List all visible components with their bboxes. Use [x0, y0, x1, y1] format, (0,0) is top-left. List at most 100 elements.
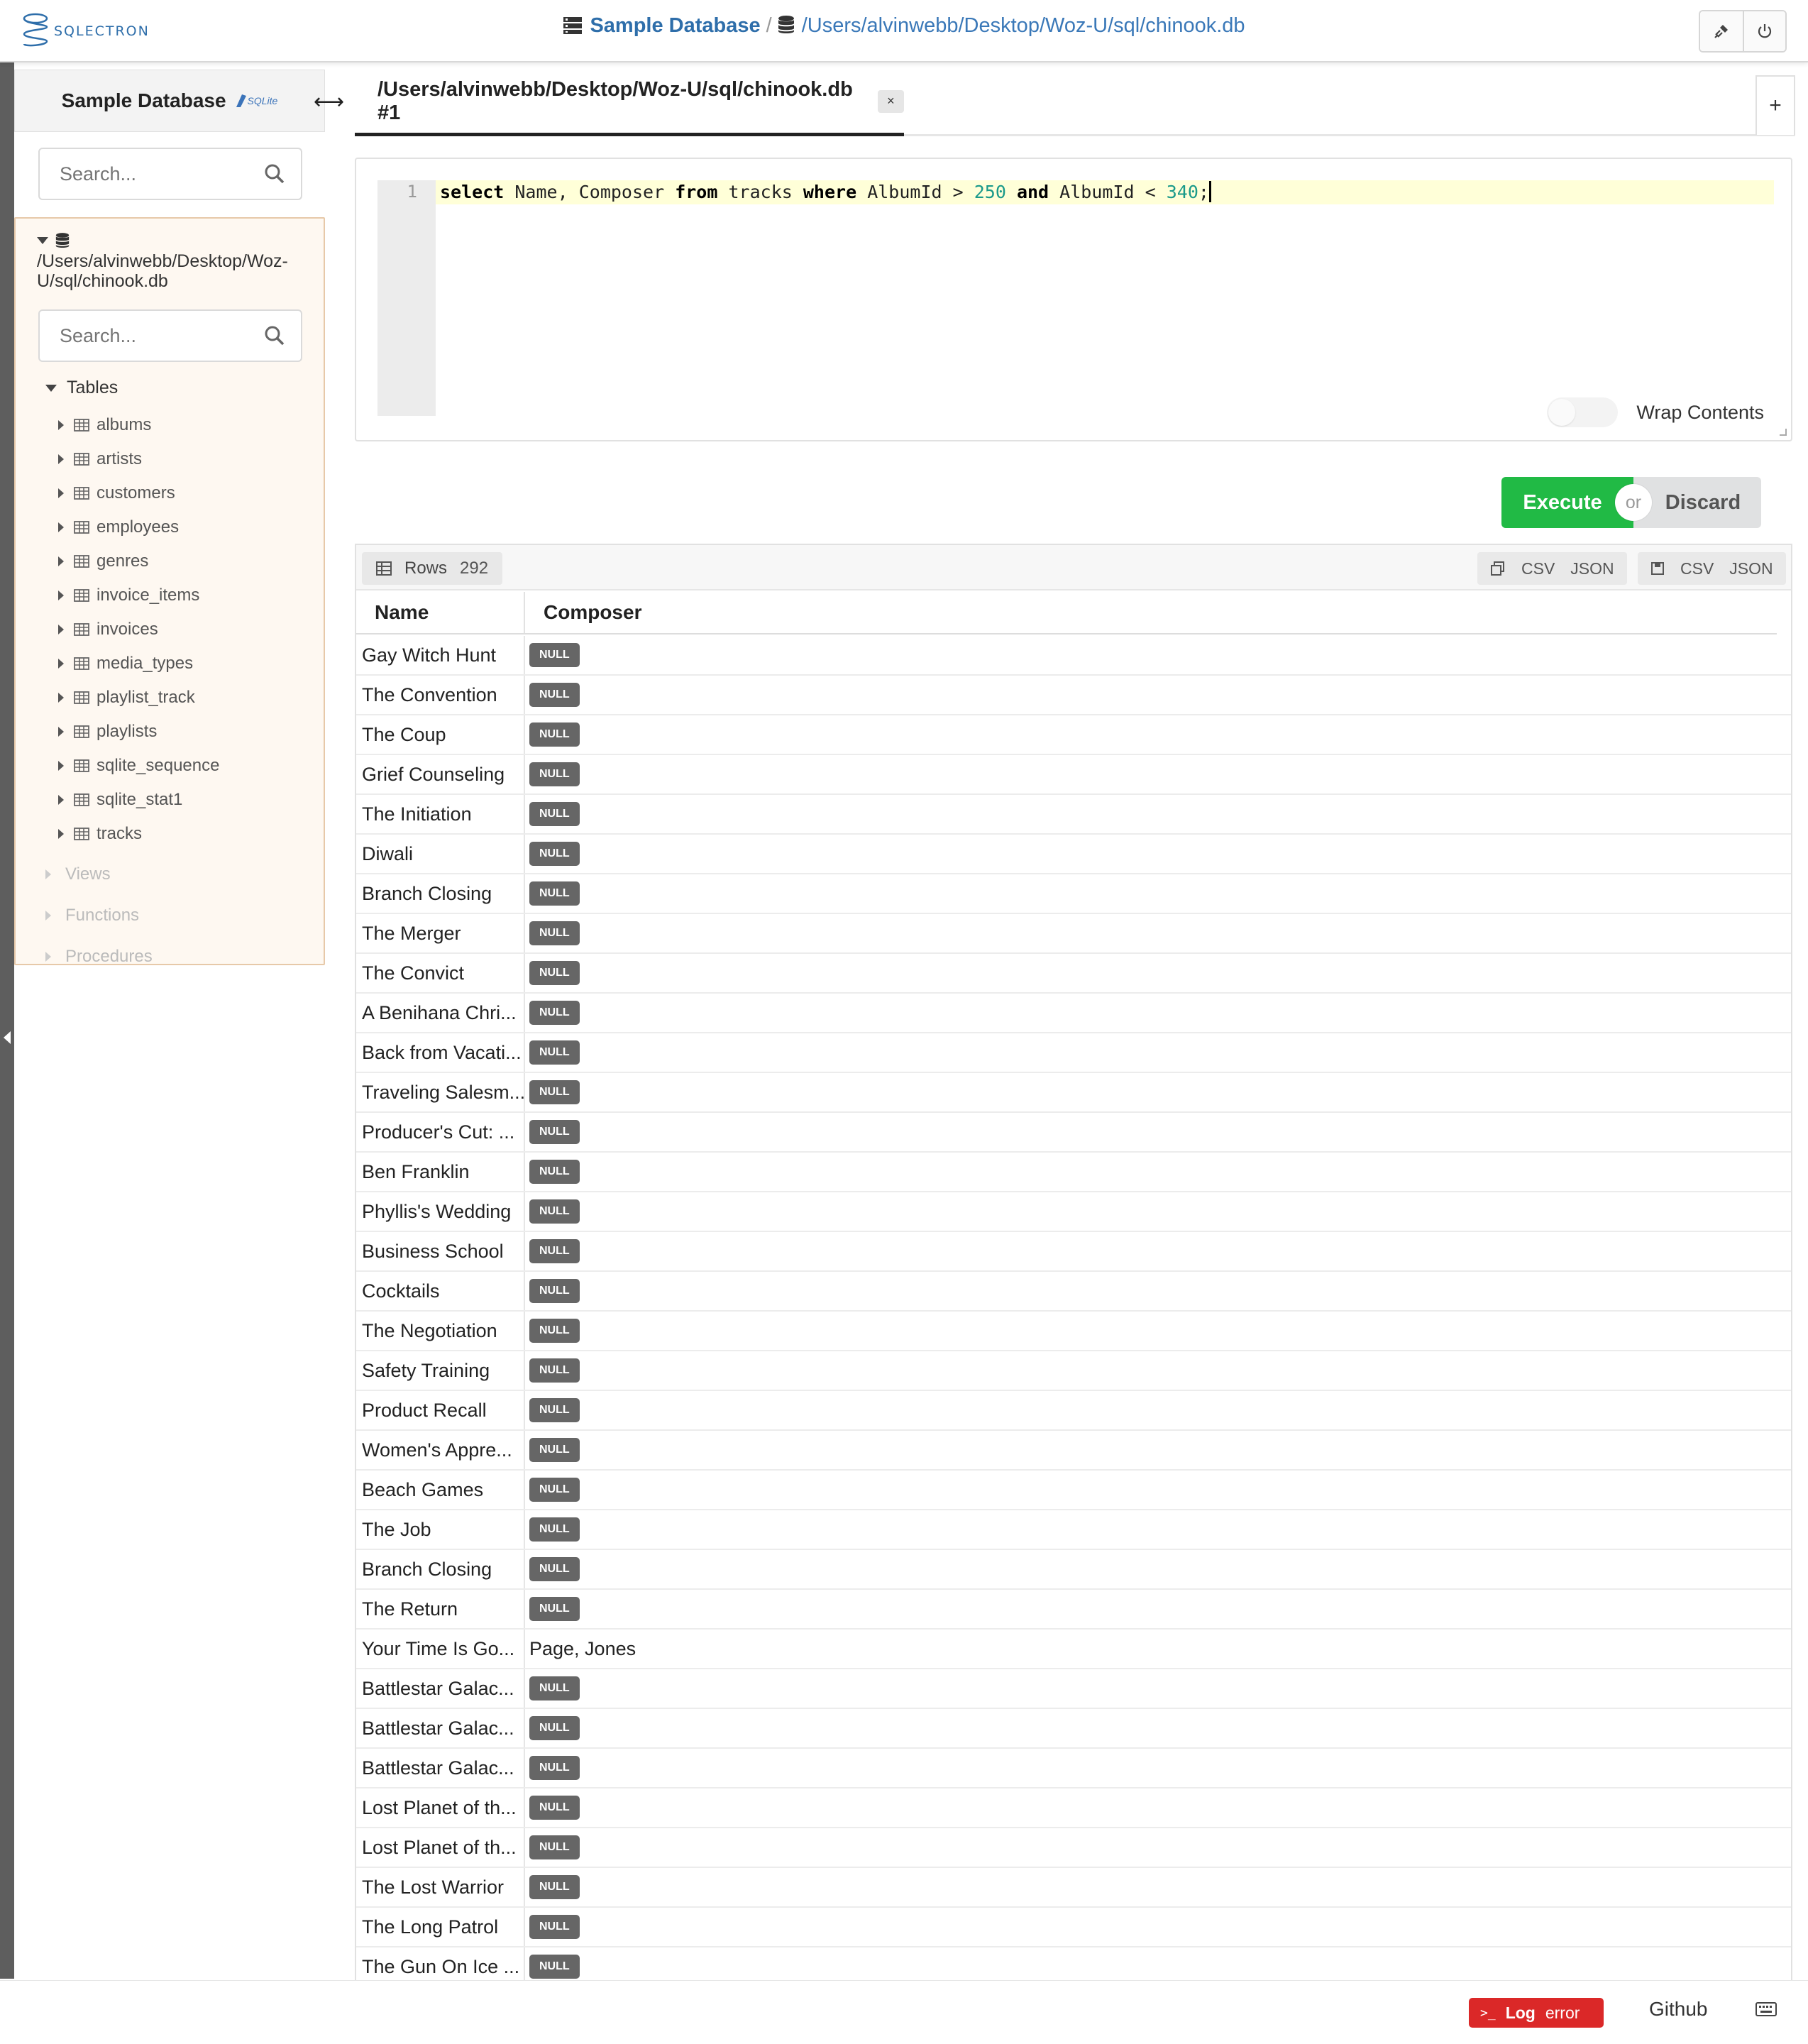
copy-csv-button[interactable]: CSV	[1521, 559, 1555, 578]
cell-composer[interactable]: NULL	[525, 1749, 1791, 1787]
table-row[interactable]: Battlestar Galac... NULL	[356, 1749, 1791, 1788]
sidebar-table-playlists[interactable]: playlists	[16, 715, 324, 749]
sidebar-table-tracks[interactable]: tracks	[16, 817, 324, 851]
cell-composer[interactable]: NULL	[525, 914, 1791, 952]
cell-name[interactable]: Lost Planet of th...	[356, 1788, 525, 1827]
cell-composer[interactable]: NULL	[525, 1272, 1791, 1310]
execute-button[interactable]: Execute	[1501, 477, 1633, 528]
cell-name[interactable]: The Long Patrol	[356, 1908, 525, 1946]
sidebar-collapse-strip[interactable]	[0, 62, 14, 1979]
table-row[interactable]: Business School NULL	[356, 1232, 1791, 1272]
cell-composer[interactable]: NULL	[525, 1947, 1791, 1980]
cell-name[interactable]: The Gun On Ice ...	[356, 1947, 525, 1980]
cell-name[interactable]: Branch Closing	[356, 1550, 525, 1588]
cell-name[interactable]: The Job	[356, 1510, 525, 1549]
table-row[interactable]: Branch Closing NULL	[356, 1550, 1791, 1590]
table-row[interactable]: The Lost Warrior NULL	[356, 1868, 1791, 1908]
cell-name[interactable]: Your Time Is Go...	[356, 1630, 525, 1668]
cell-composer[interactable]: NULL	[525, 835, 1791, 873]
wrap-contents-toggle[interactable]: Wrap Contents	[1547, 397, 1764, 427]
cell-name[interactable]: The Negotiation	[356, 1312, 525, 1350]
cell-name[interactable]: Cocktails	[356, 1272, 525, 1310]
cell-composer[interactable]: NULL	[525, 1510, 1791, 1549]
query-tab[interactable]: /Users/alvinwebb/Desktop/Woz-U/sql/chino…	[355, 70, 904, 136]
cell-composer[interactable]: NULL	[525, 1153, 1791, 1191]
table-row[interactable]: Diwali NULL	[356, 835, 1791, 874]
sidebar-search[interactable]	[38, 148, 302, 200]
cell-name[interactable]: Ben Franklin	[356, 1153, 525, 1191]
cell-composer[interactable]: Page, Jones	[525, 1630, 1791, 1668]
cell-composer[interactable]: NULL	[525, 1312, 1791, 1350]
sidebar-group-procedures[interactable]: Procedures	[16, 936, 324, 977]
table-row[interactable]: The Negotiation NULL	[356, 1312, 1791, 1351]
cell-composer[interactable]: NULL	[525, 1868, 1791, 1906]
save-json-button[interactable]: JSON	[1729, 559, 1773, 578]
breadcrumb-db-name[interactable]: Sample Database	[590, 14, 760, 37]
cell-composer[interactable]: NULL	[525, 1192, 1791, 1231]
cell-name[interactable]: Gay Witch Hunt	[356, 636, 525, 674]
table-row[interactable]: Grief Counseling NULL	[356, 755, 1791, 795]
query-text[interactable]: select Name, Composer from tracks where …	[440, 179, 1211, 206]
copy-json-button[interactable]: JSON	[1570, 559, 1614, 578]
cell-composer[interactable]: NULL	[525, 1431, 1791, 1469]
disconnect-button[interactable]	[1700, 11, 1743, 51]
cell-composer[interactable]: NULL	[525, 1471, 1791, 1509]
table-row[interactable]: Your Time Is Go... Page, Jones	[356, 1630, 1791, 1669]
cell-name[interactable]: The Convention	[356, 676, 525, 714]
resize-handle-icon[interactable]: ⟷	[314, 89, 344, 114]
cell-composer[interactable]: NULL	[525, 1232, 1791, 1270]
discard-button[interactable]: Discard	[1633, 477, 1761, 528]
cell-composer[interactable]: NULL	[525, 1590, 1791, 1628]
cell-composer[interactable]: NULL	[525, 1828, 1791, 1867]
cell-name[interactable]: Safety Training	[356, 1351, 525, 1390]
table-row[interactable]: Back from Vacati... NULL	[356, 1033, 1791, 1073]
cell-name[interactable]: Battlestar Galac...	[356, 1709, 525, 1747]
cell-name[interactable]: Grief Counseling	[356, 755, 525, 793]
cell-name[interactable]: Producer's Cut: ...	[356, 1113, 525, 1151]
column-header-name[interactable]: Name	[356, 592, 525, 633]
table-row[interactable]: The Coup NULL	[356, 715, 1791, 755]
keyboard-icon[interactable]	[1755, 2002, 1777, 2020]
cell-name[interactable]: The Merger	[356, 914, 525, 952]
sidebar-table-playlist_track[interactable]: playlist_track	[16, 681, 324, 715]
close-tab-button[interactable]: ×	[877, 89, 904, 113]
table-row[interactable]: Women's Appre... NULL	[356, 1431, 1791, 1471]
cell-composer[interactable]: NULL	[525, 1391, 1791, 1429]
sidebar-table-invoice_items[interactable]: invoice_items	[16, 578, 324, 612]
cell-composer[interactable]: NULL	[525, 1788, 1791, 1827]
cell-composer[interactable]: NULL	[525, 1669, 1791, 1708]
sidebar-table-albums[interactable]: albums	[16, 408, 324, 442]
sidebar-search-input[interactable]	[40, 149, 301, 199]
github-link[interactable]: Github	[1649, 1998, 1708, 2021]
cell-name[interactable]: The Convict	[356, 954, 525, 992]
sql-editor[interactable]: 1 select Name, Composer from tracks wher…	[355, 158, 1792, 441]
table-row[interactable]: Phyllis's Wedding NULL	[356, 1192, 1791, 1232]
add-tab-button[interactable]: +	[1755, 75, 1795, 135]
cell-composer[interactable]: NULL	[525, 994, 1791, 1032]
sidebar-table-customers[interactable]: customers	[16, 476, 324, 510]
sidebar-table-sqlite_stat1[interactable]: sqlite_stat1	[16, 783, 324, 817]
table-row[interactable]: Battlestar Galac... NULL	[356, 1709, 1791, 1749]
cell-name[interactable]: Business School	[356, 1232, 525, 1270]
cell-name[interactable]: The Initiation	[356, 795, 525, 833]
table-row[interactable]: Battlestar Galac... NULL	[356, 1669, 1791, 1709]
table-row[interactable]: Lost Planet of th... NULL	[356, 1828, 1791, 1868]
table-filter[interactable]	[38, 309, 302, 362]
table-row[interactable]: Traveling Salesm... NULL	[356, 1073, 1791, 1113]
cell-composer[interactable]: NULL	[525, 1113, 1791, 1151]
cell-composer[interactable]: NULL	[525, 636, 1791, 674]
sidebar-table-media_types[interactable]: media_types	[16, 647, 324, 681]
cell-composer[interactable]: NULL	[525, 1709, 1791, 1747]
cell-name[interactable]: Battlestar Galac...	[356, 1749, 525, 1787]
table-row[interactable]: A Benihana Chri... NULL	[356, 994, 1791, 1033]
cell-name[interactable]: The Return	[356, 1590, 525, 1628]
table-row[interactable]: The Return NULL	[356, 1590, 1791, 1630]
cell-name[interactable]: A Benihana Chri...	[356, 994, 525, 1032]
connection-item[interactable]: /Users/alvinwebb/Desktop/Woz-U/sql/chino…	[16, 219, 324, 291]
breadcrumb-db-path[interactable]: /Users/alvinwebb/Desktop/Woz-U/sql/chino…	[802, 14, 1245, 37]
table-row[interactable]: Safety Training NULL	[356, 1351, 1791, 1391]
cell-name[interactable]: The Lost Warrior	[356, 1868, 525, 1906]
table-row[interactable]: The Merger NULL	[356, 914, 1791, 954]
table-row[interactable]: Beach Games NULL	[356, 1471, 1791, 1510]
table-row[interactable]: Product Recall NULL	[356, 1391, 1791, 1431]
